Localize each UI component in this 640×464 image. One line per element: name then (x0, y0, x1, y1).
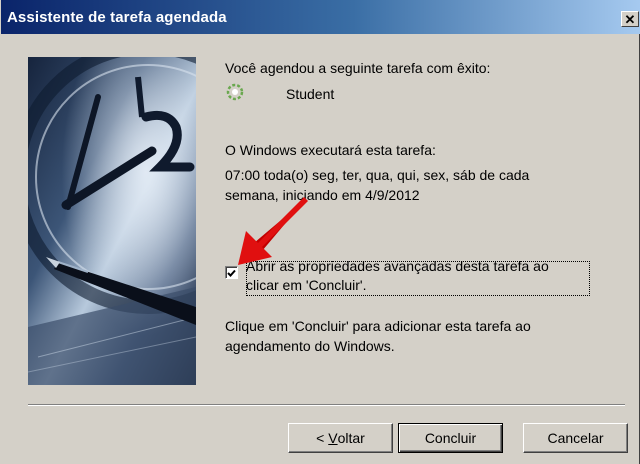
close-button[interactable]: ✕ (621, 11, 639, 27)
schedule-intro: O Windows executará esta tarefa: (225, 142, 436, 158)
finish-button-label: Concluir (424, 430, 477, 446)
scheduled-task-icon (226, 83, 244, 101)
wizard-illustration (28, 57, 196, 385)
footer-divider (28, 404, 625, 406)
schedule-line-1: 07:00 toda(o) seg, ter, qua, qui, sex, s… (225, 167, 530, 183)
back-button-accelerator: V (328, 430, 338, 446)
back-button-label: oltar (337, 430, 365, 446)
back-button-prefix: < (316, 430, 329, 446)
wizard-window: Assistente de tarefa agendada ✕ Você age… (0, 0, 640, 464)
close-icon: ✕ (624, 11, 636, 27)
clock-pen-illustration (28, 57, 196, 385)
finish-note-line-1: Clique em 'Concluir' para adicionar esta… (225, 318, 531, 334)
finish-note-line-2: agendamento do Windows. (225, 338, 395, 354)
cancel-button-label: Cancelar (547, 430, 604, 446)
task-name: Student (286, 86, 335, 102)
back-button[interactable]: < Voltar (288, 423, 393, 453)
cancel-button[interactable]: Cancelar (523, 423, 628, 453)
finish-button[interactable]: Concluir (398, 423, 503, 453)
success-message: Você agendou a seguinte tarefa com êxito… (225, 60, 491, 76)
red-arrow-icon (238, 197, 308, 265)
window-title: Assistente de tarefa agendada (7, 8, 227, 26)
title-bar[interactable]: Assistente de tarefa agendada ✕ (1, 0, 640, 34)
